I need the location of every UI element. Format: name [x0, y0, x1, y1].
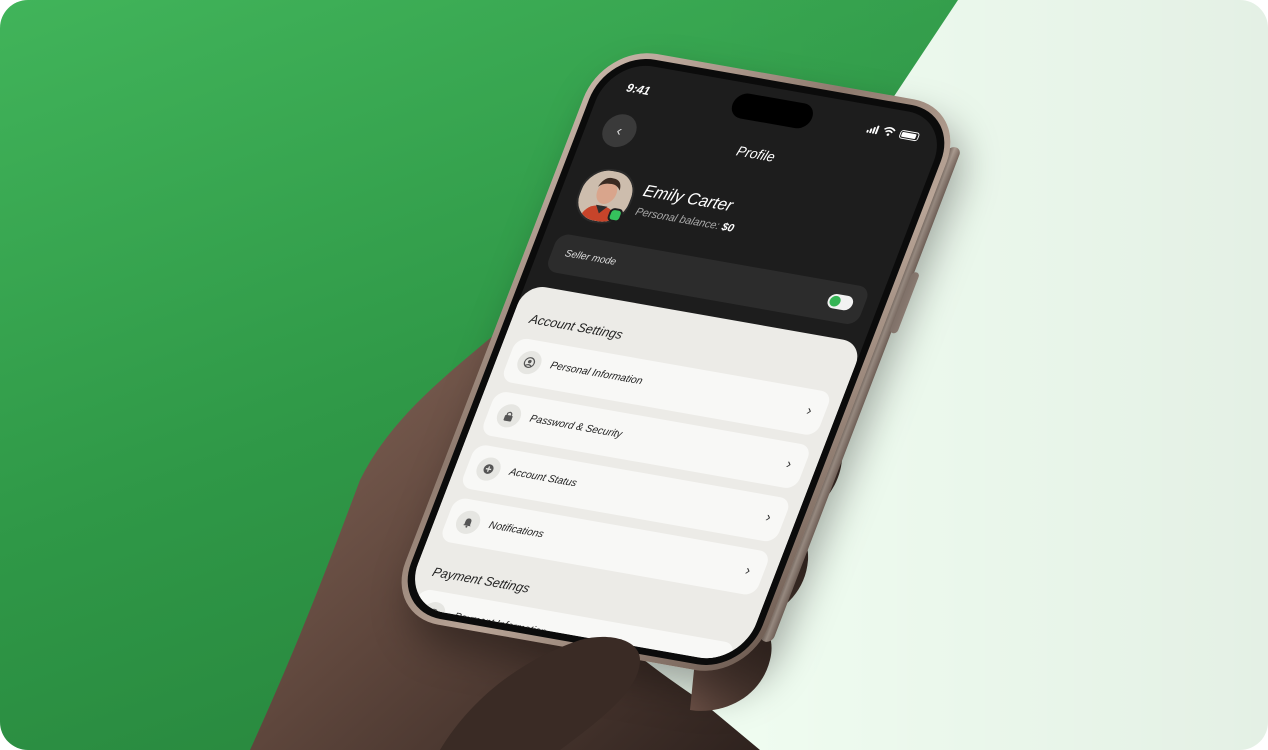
battery-icon — [898, 129, 921, 142]
menu-item-label: Notifications — [487, 519, 546, 541]
menu-item-label: Account Status — [507, 466, 579, 490]
chevron-right-icon: › — [743, 561, 754, 578]
status-icon — [472, 455, 505, 483]
chevron-right-icon: › — [784, 455, 795, 472]
payment-settings-title: Payment Settings — [430, 564, 533, 596]
chevron-right-icon: › — [763, 508, 774, 525]
account-settings-title: Account Settings — [527, 311, 626, 342]
seller-mode-label: Seller mode — [563, 248, 618, 268]
wifi-icon — [884, 127, 896, 136]
avatar[interactable] — [568, 164, 643, 228]
chevron-right-icon: › — [804, 401, 815, 418]
marketing-stage: 9:41 ‹ Profile Emily Carter Personal bal… — [0, 0, 1268, 750]
user-icon — [513, 349, 546, 376]
avatar-image — [571, 167, 640, 226]
seller-mode-toggle[interactable] — [825, 292, 856, 312]
lock-icon — [493, 402, 525, 430]
menu-item-label: Personal Information — [548, 359, 645, 388]
balance-value: $0 — [719, 221, 736, 235]
bell-icon — [452, 508, 484, 536]
status-time: 9:41 — [624, 80, 653, 98]
signal-icon — [866, 123, 880, 135]
menu-item-label: Password & Security — [527, 412, 624, 441]
